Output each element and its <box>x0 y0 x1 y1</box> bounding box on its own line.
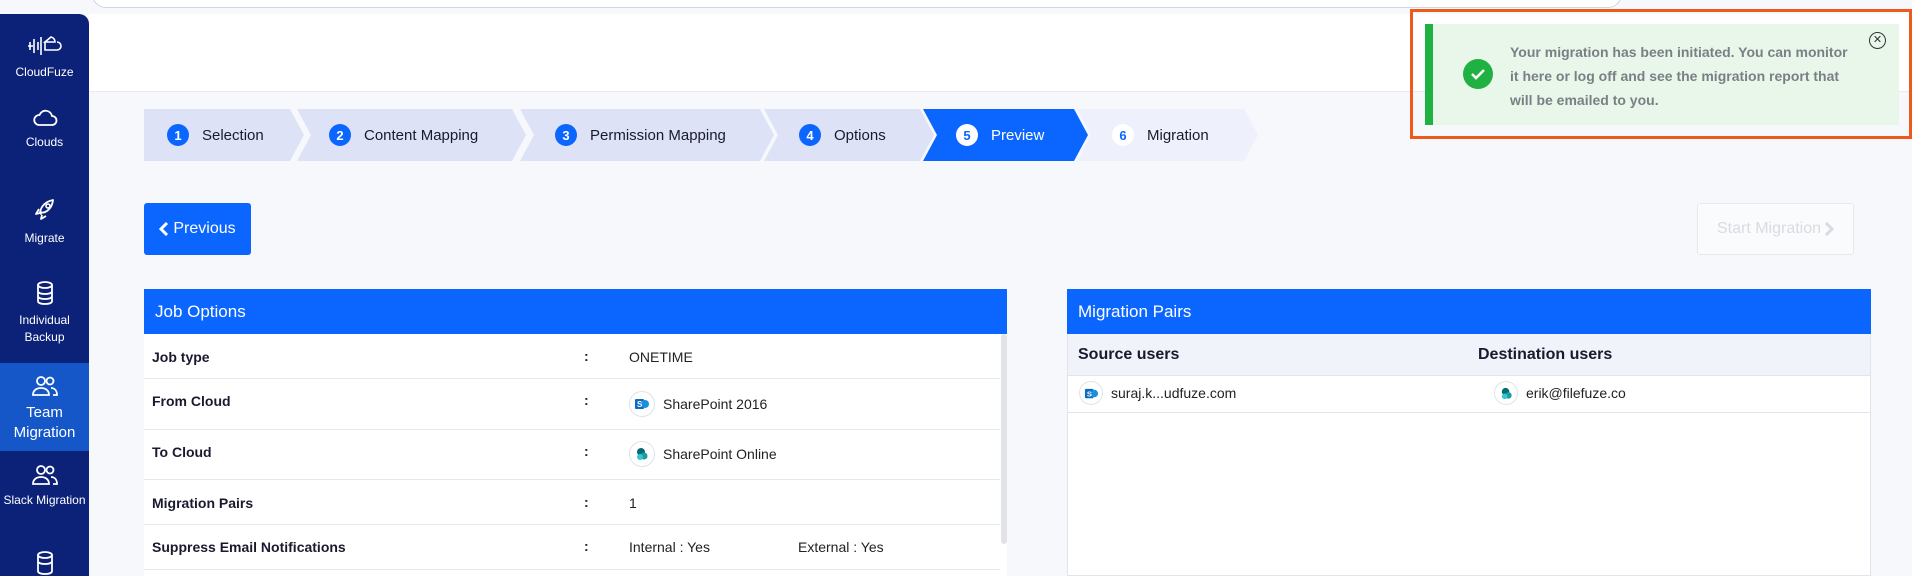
sidebar: CloudFuze Clouds Migrate Individual Back… <box>0 14 89 576</box>
job-row-separator: : <box>584 443 589 459</box>
step-number: 2 <box>329 124 351 146</box>
sharepoint-2016-icon: S <box>629 391 655 417</box>
start-migration-button[interactable]: Start Migration <box>1697 203 1854 255</box>
cloud-icon <box>32 109 57 126</box>
job-row-key: Suppress Email Notifications <box>152 539 346 555</box>
job-row-suppress-email: Suppress Email Notifications : Internal … <box>144 525 1000 570</box>
job-row-key: Job type <box>152 349 210 365</box>
job-row-separator: : <box>584 348 589 364</box>
source-user-email: suraj.k...udfuze.com <box>1111 385 1237 401</box>
table-row[interactable]: S suraj.k...udfuze.com erik@filefuze.co <box>1068 376 1870 413</box>
job-row-value: ONETIME <box>629 349 693 365</box>
job-row-from-cloud: From Cloud : S SharePoint 2016 <box>144 379 1000 430</box>
step-number: 3 <box>555 124 577 146</box>
job-row-key: From Cloud <box>152 393 231 409</box>
step-label: Content Mapping <box>364 126 479 144</box>
job-options-table: Job type : ONETIME From Cloud : S ShareP… <box>144 334 1007 576</box>
job-row-internal: Internal : Yes <box>629 539 710 555</box>
sidebar-item-clouds[interactable]: Clouds <box>0 108 89 151</box>
job-options-title: Job Options <box>155 301 246 321</box>
browser-search-bar[interactable] <box>92 0 1622 8</box>
job-row-migration-pairs: Migration Pairs : 1 <box>144 480 1000 525</box>
rocket-icon <box>34 199 54 220</box>
sharepoint-online-icon <box>629 441 655 467</box>
sidebar-item-label: Migrate <box>24 231 65 245</box>
job-row-value: SharePoint 2016 <box>663 396 768 412</box>
job-row-value-wrap: SharePoint Online <box>629 441 777 467</box>
sidebar-item-slack-migration[interactable]: Slack Migration <box>0 464 89 509</box>
destination-users-header: Destination users <box>1478 346 1613 363</box>
chevron-right-icon <box>1824 222 1835 236</box>
job-row-separator: : <box>584 494 589 510</box>
job-row-job-type: Job type : ONETIME <box>144 334 1000 379</box>
migration-pairs-table: Source users Destination users S suraj.k… <box>1067 334 1871 576</box>
destination-user-cell: erik@filefuze.co <box>1494 381 1626 405</box>
job-options-header: Job Options <box>144 289 1007 334</box>
sidebar-item-cloudfuze[interactable]: CloudFuze <box>0 34 89 81</box>
step-migration[interactable]: 6 Migration <box>1077 109 1258 161</box>
previous-button[interactable]: Previous <box>144 203 251 255</box>
step-number: 4 <box>799 124 821 146</box>
toast-message: Your migration has been initiated. You c… <box>1510 44 1848 108</box>
step-number: 5 <box>956 124 978 146</box>
step-preview[interactable]: 5 Preview <box>923 109 1088 161</box>
start-migration-label: Start Migration <box>1716 220 1822 237</box>
step-options[interactable]: 4 Options <box>764 109 934 161</box>
job-row-to-cloud: To Cloud : SharePoint Online <box>144 430 1000 480</box>
check-circle-icon <box>1463 59 1493 89</box>
sharepoint-2016-icon: S <box>1079 381 1103 405</box>
step-label: Migration <box>1147 126 1209 144</box>
close-icon[interactable]: ✕ <box>1869 32 1886 49</box>
cloudfuze-logo-icon <box>27 36 62 55</box>
users-icon <box>31 376 58 396</box>
sidebar-item-label: CloudFuze <box>15 65 74 79</box>
source-users-header: Source users <box>1078 346 1180 363</box>
job-row-value-wrap: S SharePoint 2016 <box>629 391 767 417</box>
users-icon <box>31 465 58 485</box>
migration-pairs-header: Migration Pairs <box>1067 289 1871 334</box>
job-row-separator: : <box>584 538 589 554</box>
migration-initiated-toast: Your migration has been initiated. You c… <box>1425 24 1899 125</box>
step-label: Options <box>834 126 886 144</box>
step-content-mapping[interactable]: 2 Content Mapping <box>297 109 526 161</box>
sidebar-item-label: Team Migration <box>13 404 76 441</box>
job-options-scrollbar[interactable] <box>1001 334 1007 544</box>
job-row-separator: : <box>584 392 589 408</box>
sidebar-item-individual-backup[interactable]: Individual Backup <box>0 280 89 346</box>
job-row-value: SharePoint Online <box>663 446 777 462</box>
sidebar-item-team-migration[interactable]: Team Migration <box>0 363 89 451</box>
destination-user-email: erik@filefuze.co <box>1526 385 1626 401</box>
sidebar-item-database[interactable] <box>0 550 89 576</box>
step-label: Selection <box>202 126 264 144</box>
sidebar-item-label: Individual Backup <box>19 313 70 344</box>
chevron-left-icon <box>159 222 169 236</box>
source-user-cell: S suraj.k...udfuze.com <box>1079 381 1236 405</box>
step-label: Preview <box>991 126 1045 144</box>
migration-pairs-column-headers: Source users Destination users <box>1068 334 1870 376</box>
migration-pairs-title: Migration Pairs <box>1078 301 1192 321</box>
job-row-key: To Cloud <box>152 444 212 460</box>
job-row-key: Migration Pairs <box>152 495 254 511</box>
sidebar-item-migrate[interactable]: Migrate <box>0 196 89 247</box>
database-icon <box>36 281 53 305</box>
previous-button-label: Previous <box>173 220 236 237</box>
svg-text:S: S <box>1086 389 1091 398</box>
sidebar-item-label: Slack Migration <box>3 493 86 507</box>
sidebar-item-label: Clouds <box>25 135 64 149</box>
step-selection[interactable]: 1 Selection <box>144 109 304 161</box>
step-number: 6 <box>1112 124 1134 146</box>
step-label: Permission Mapping <box>590 126 726 144</box>
job-row-external: External : Yes <box>798 539 884 555</box>
job-row-value: 1 <box>629 495 637 511</box>
step-number: 1 <box>167 124 189 146</box>
step-permission-mapping[interactable]: 3 Permission Mapping <box>520 109 774 161</box>
sharepoint-online-icon <box>1494 381 1518 405</box>
database-icon <box>36 551 53 575</box>
svg-text:S: S <box>637 400 643 409</box>
